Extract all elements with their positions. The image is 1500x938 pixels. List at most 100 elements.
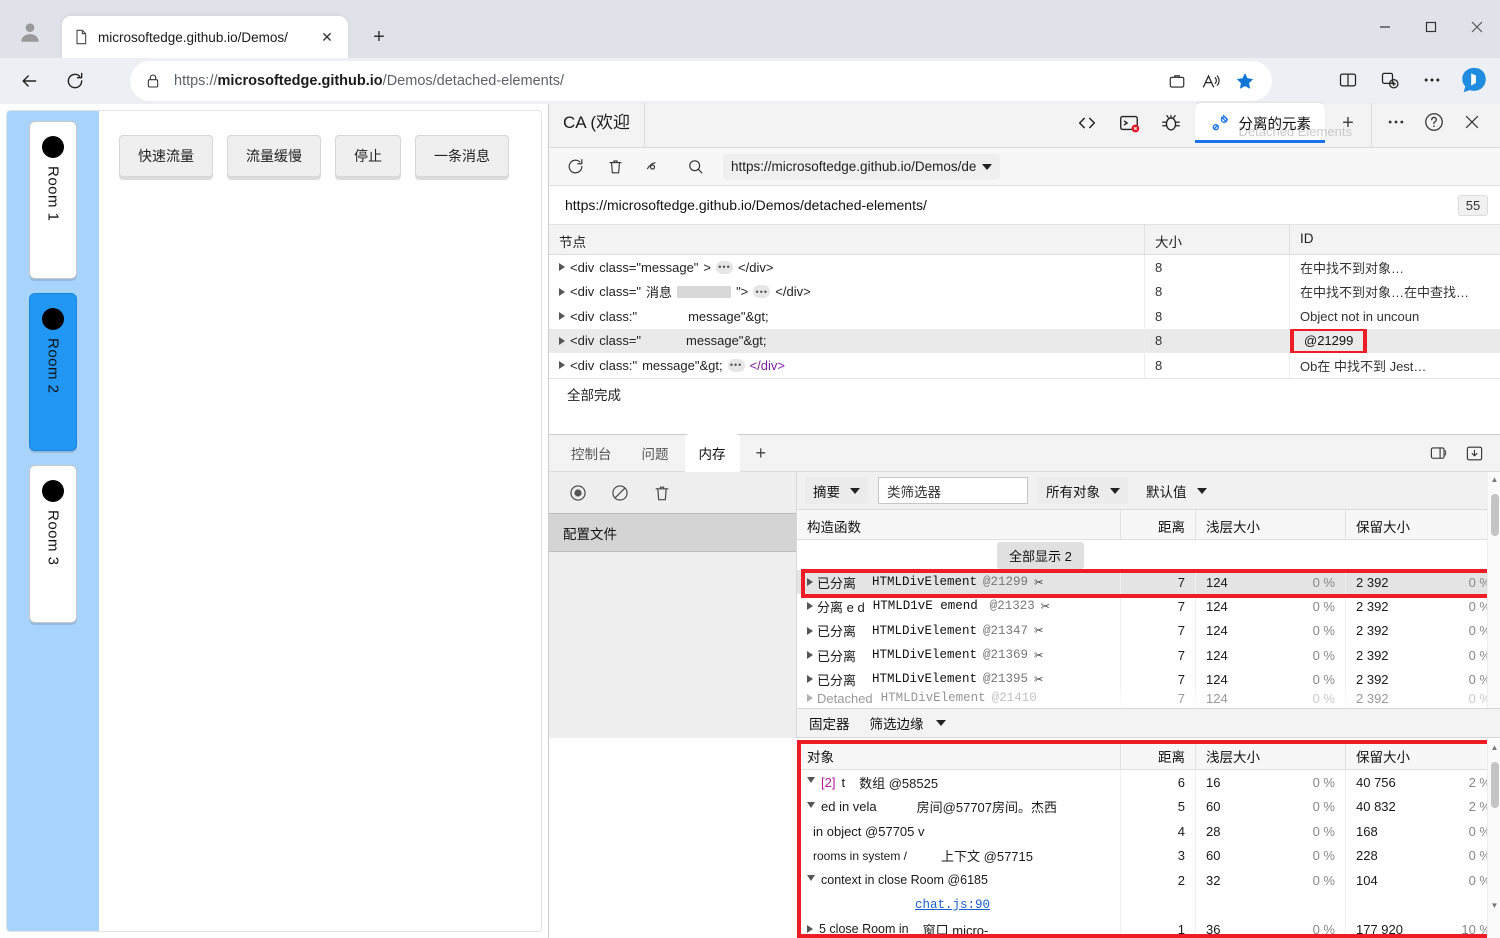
table-row[interactable]: 已分离 HTMLDivElement @21369 ✂ 7 124 0 % 2 392 0…	[797, 642, 1500, 668]
expand-arrow-icon[interactable]	[559, 361, 565, 370]
show-all-button[interactable]: 全部显示 2	[997, 541, 1084, 569]
close-tab-icon[interactable]: ✕	[316, 26, 338, 48]
filter-edges-select[interactable]: 筛选边缘	[870, 713, 946, 733]
table-row[interactable]: <div class=" message"&gt; 8 @21299	[549, 328, 1500, 353]
window-close-icon[interactable]	[1454, 0, 1500, 54]
node-tail: </div>	[775, 284, 811, 300]
profile-avatar[interactable]	[14, 16, 46, 48]
reload-icon[interactable]	[58, 64, 92, 98]
list-item[interactable]: context in close Room @6185 2 32 0 % 104 0…	[797, 868, 1500, 893]
scroll-up-arrow-icon[interactable]: ▲	[1488, 472, 1500, 486]
list-item[interactable]: rooms in system / 上下文 @57715 3 60 0 % 228 0…	[797, 843, 1500, 868]
debugger-bug-icon[interactable]	[1153, 106, 1189, 140]
stop-button[interactable]: 停止	[335, 135, 401, 177]
class-filter-input[interactable]: 类筛选器	[878, 477, 1028, 504]
new-tab-icon[interactable]: +	[364, 22, 394, 52]
one-message-button[interactable]: 一条消息	[415, 135, 509, 177]
room-button-2[interactable]: Room 2	[29, 293, 77, 451]
trash-icon[interactable]	[649, 480, 675, 506]
sort-mode-select[interactable]: 默认值	[1138, 477, 1215, 504]
tab-console[interactable]: 控制台	[557, 435, 626, 471]
column-distance: 距离	[1121, 510, 1196, 539]
collapse-arrow-icon[interactable]	[807, 777, 815, 787]
minimize-icon[interactable]	[1362, 0, 1408, 54]
object-scope-select[interactable]: 所有对象	[1038, 477, 1128, 504]
drawer-add-tab[interactable]: +	[742, 435, 781, 472]
record-icon[interactable]	[565, 480, 591, 506]
collapsed-children-icon[interactable]: •••	[716, 260, 734, 274]
constructor-name: HTMLDivElement	[880, 691, 986, 706]
more-tools-icon[interactable]	[1378, 100, 1414, 144]
table-row[interactable]: 已分离 HTMLDivElement @21395 ✂ 7 124 0 % 2 392 0…	[797, 667, 1500, 692]
retainers-scrollbar[interactable]: ▲ ▼	[1487, 740, 1500, 938]
help-icon[interactable]	[1416, 100, 1452, 144]
maximize-icon[interactable]	[1408, 0, 1454, 54]
search-icon[interactable]	[677, 152, 713, 182]
close-devtools-icon[interactable]	[1454, 100, 1490, 144]
list-item[interactable]: in object @57705 v 4 28 0 % 168 0 %	[797, 819, 1500, 844]
browser-tab[interactable]: microsoftedge.github.io/Demos/ ✕	[62, 16, 348, 58]
read-aloud-icon[interactable]	[1196, 66, 1226, 96]
collections-icon[interactable]	[1162, 66, 1192, 96]
room-button-3[interactable]: Room 3	[29, 465, 77, 623]
detach-eye-icon[interactable]	[637, 152, 673, 182]
expand-arrow-icon[interactable]	[559, 336, 565, 345]
tab-memory[interactable]: 内存	[684, 434, 740, 472]
delete-icon[interactable]	[597, 152, 633, 182]
scrollbar-thumb[interactable]	[1491, 494, 1499, 536]
back-arrow-icon[interactable]	[12, 64, 46, 98]
address-bar[interactable]: https://microsoftedge.github.io/Demos/de…	[130, 61, 1272, 101]
edge-name: context in close Room @6185	[821, 873, 988, 888]
list-item[interactable]: [2] t 数组 @58525 6 16 0 % 40 756 2 %	[797, 770, 1500, 795]
refresh-icon[interactable]	[557, 152, 593, 182]
scroll-down-arrow-icon[interactable]: ▼	[1488, 898, 1500, 912]
collapse-arrow-icon[interactable]	[807, 875, 815, 885]
node-size: 8	[1145, 255, 1290, 280]
shallow-size-value: 124	[1206, 647, 1228, 663]
tab-detached-elements[interactable]: Detached Elements 分离的元素	[1194, 103, 1352, 143]
table-row[interactable]: Detached HTMLDivElement @21410 7 124 0 % 2 …	[797, 691, 1500, 706]
collapsed-children-icon[interactable]: •••	[727, 358, 745, 372]
elements-code-icon[interactable]	[1069, 106, 1105, 140]
collapse-arrow-icon[interactable]	[807, 801, 815, 812]
table-row[interactable]: <div class="message" > ••• </div> 8 在中找不到对象…	[549, 255, 1500, 280]
table-row[interactable]: <div class=" 消息 "> ••• </div> 8 在中找不到对象…在中查找…	[549, 279, 1500, 304]
expand-arrow-icon[interactable]	[559, 312, 565, 321]
list-item[interactable]: chat.js:90	[797, 892, 1500, 917]
source-link[interactable]: chat.js:90	[915, 898, 990, 912]
view-mode-select[interactable]: 摘要	[805, 477, 868, 504]
room-button-1[interactable]: Room 1	[29, 121, 77, 279]
expand-arrow-icon[interactable]	[559, 263, 565, 272]
list-item[interactable]: 5 close Room in 窗口 micro- 1 36 0 % 177 920…	[797, 917, 1500, 938]
heap-grid-scrollbar[interactable]: ▲ ▼	[1487, 472, 1500, 738]
slow-traffic-button[interactable]: 流量缓慢	[227, 135, 321, 177]
collapsed-children-icon[interactable]: •••	[753, 285, 771, 299]
table-row[interactable]: <div class:" message"&gt; 8 Object not in …	[549, 304, 1500, 329]
demo-action-buttons: 快速流量 流量缓慢 停止 一条消息	[99, 111, 541, 177]
target-page-select[interactable]: https://microsoftedge.github.io/Demos/de	[723, 153, 1001, 180]
console-error-icon[interactable]	[1111, 106, 1147, 140]
more-options-icon[interactable]	[1414, 62, 1450, 98]
omnibox-actions	[1162, 66, 1260, 96]
close-drawer-icon[interactable]	[1459, 439, 1489, 467]
add-tab-group-icon[interactable]	[1372, 62, 1408, 98]
scroll-up-arrow-icon[interactable]: ▲	[1488, 740, 1500, 754]
column-retained-size: 保留大小	[1356, 520, 1410, 535]
table-row[interactable]: <div class:" message"&gt; ••• </div> 8 Ob在 中…	[549, 353, 1500, 378]
expand-arrow-icon[interactable]	[559, 287, 565, 296]
retained-size-value: 104	[1356, 872, 1378, 888]
favorite-star-icon[interactable]	[1230, 66, 1260, 96]
shallow-size-pct: 0 %	[1312, 872, 1335, 888]
memory-profiles-label[interactable]: 配置文件	[549, 514, 796, 552]
fast-traffic-button[interactable]: 快速流量	[119, 135, 213, 177]
tab-strip: microsoftedge.github.io/Demos/ ✕ +	[62, 16, 394, 58]
list-item[interactable]: ed in vela 房间@57707房间。杰西 5 60 0 % 40 832 2 …	[797, 794, 1500, 819]
node-tag: <div	[570, 357, 595, 373]
table-row[interactable]: 已分离 HTMLDivElement @21347 ✂ 7 124 0 % 2 392 0…	[797, 618, 1500, 643]
scrollbar-thumb[interactable]	[1491, 762, 1499, 808]
tab-issues[interactable]: 问题	[628, 435, 683, 471]
clear-profile-icon[interactable]	[607, 480, 633, 506]
bing-copilot-icon[interactable]	[1456, 62, 1492, 98]
dock-side-icon[interactable]	[1423, 439, 1453, 467]
split-screen-icon[interactable]	[1330, 62, 1366, 98]
